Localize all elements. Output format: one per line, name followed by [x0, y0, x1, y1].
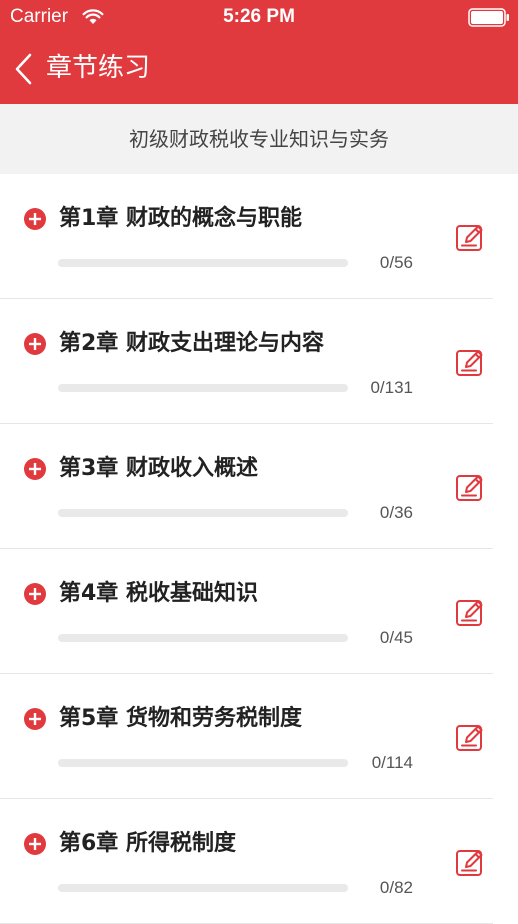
- chapter-progress-count: 0/56: [379, 253, 413, 272]
- chapter-row-4[interactable]: 第4章 税收基础知识 0/45: [0, 549, 518, 674]
- expand-plus-icon[interactable]: [24, 708, 46, 730]
- chapter-row-3[interactable]: 第3章 财政收入概述 0/36: [0, 424, 518, 549]
- chapter-progress-count: 0/45: [379, 628, 413, 647]
- chapter-list: 第1章 财政的概念与职能 0/56 第2章 财政支出理论与内容 0/131 第3…: [0, 174, 518, 924]
- app-header: Carrier 5:26 PM 章节练习: [0, 0, 518, 104]
- status-bar: Carrier 5:26 PM: [0, 0, 518, 34]
- chapter-row-6[interactable]: 第6章 所得税制度 0/82: [0, 799, 518, 924]
- battery-icon: [468, 8, 509, 27]
- chapter-title: 第5章 货物和劳务税制度: [59, 706, 302, 731]
- chevron-left-icon[interactable]: [12, 52, 34, 86]
- chapter-progress-bar: [58, 884, 348, 892]
- chapter-title: 第6章 所得税制度: [59, 831, 236, 856]
- expand-plus-icon[interactable]: [24, 208, 46, 230]
- chapter-title: 第4章 税收基础知识: [59, 581, 258, 606]
- edit-practice-icon[interactable]: [455, 597, 485, 627]
- chapter-progress-bar: [58, 759, 348, 767]
- subject-header: 初级财政税收专业知识与实务: [0, 104, 518, 174]
- chapter-row-2[interactable]: 第2章 财政支出理论与内容 0/131: [0, 299, 518, 424]
- chapter-progress-bar: [58, 634, 348, 642]
- expand-plus-icon[interactable]: [24, 333, 46, 355]
- edit-practice-icon[interactable]: [455, 222, 485, 252]
- chapter-progress-count: 0/114: [371, 753, 413, 772]
- edit-practice-icon[interactable]: [455, 472, 485, 502]
- chapter-row-1[interactable]: 第1章 财政的概念与职能 0/56: [0, 174, 518, 299]
- chapter-row-5[interactable]: 第5章 货物和劳务税制度 0/114: [0, 674, 518, 799]
- nav-bar: 章节练习: [0, 34, 518, 104]
- expand-plus-icon[interactable]: [24, 833, 46, 855]
- chapter-title: 第1章 财政的概念与职能: [59, 206, 302, 231]
- chapter-title: 第3章 财政收入概述: [59, 456, 258, 481]
- chapter-progress-count: 0/131: [370, 378, 413, 397]
- chapter-progress-bar: [58, 259, 348, 267]
- expand-plus-icon[interactable]: [24, 458, 46, 480]
- clock-time: 5:26 PM: [223, 6, 295, 27]
- edit-practice-icon[interactable]: [455, 722, 485, 752]
- page-title: 章节练习: [46, 53, 151, 83]
- chapter-progress-bar: [58, 509, 348, 517]
- chapter-progress-count: 0/82: [379, 878, 413, 897]
- chapter-progress-bar: [58, 384, 348, 392]
- edit-practice-icon[interactable]: [455, 347, 485, 377]
- expand-plus-icon[interactable]: [24, 583, 46, 605]
- chapter-progress-count: 0/36: [379, 503, 413, 522]
- edit-practice-icon[interactable]: [455, 847, 485, 877]
- chapter-title: 第2章 财政支出理论与内容: [59, 331, 324, 356]
